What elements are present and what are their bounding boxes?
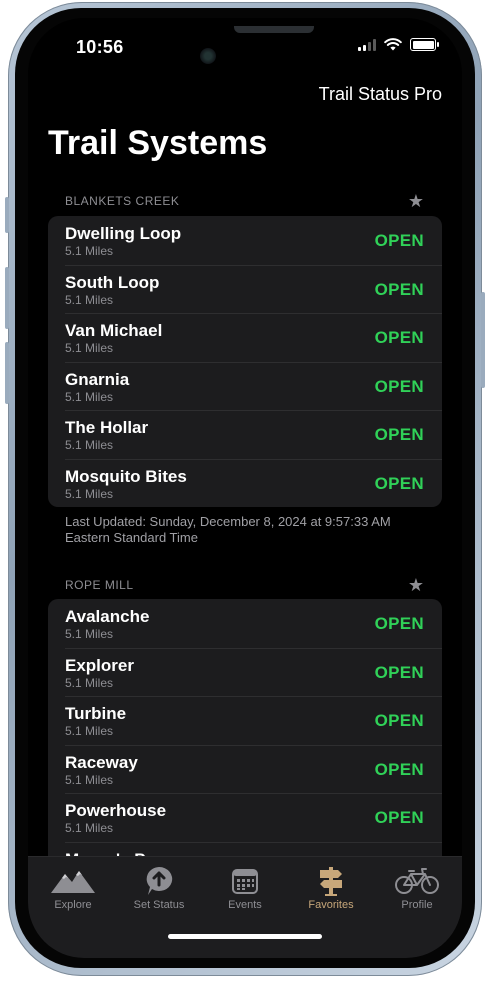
tab-label: Events <box>228 899 262 911</box>
volume-up-button <box>5 267 9 329</box>
trail-row[interactable]: Van Michael 5.1 Miles OPEN <box>48 313 442 362</box>
trail-distance: 5.1 Miles <box>65 821 114 835</box>
trail-status: OPEN <box>374 425 424 444</box>
trail-distance: 5.1 Miles <box>65 724 114 738</box>
trail-status: OPEN <box>374 614 424 633</box>
action-button <box>5 197 9 233</box>
last-updated-text: Last Updated: Sunday, December 8, 2024 a… <box>65 514 391 546</box>
trail-row[interactable]: The Hollar 5.1 Miles OPEN <box>48 410 442 459</box>
calendar-icon <box>232 869 258 894</box>
trail-status: OPEN <box>374 662 424 682</box>
section-header-blankets-creek: BLANKETS CREEK <box>65 194 180 208</box>
trail-name: Mosquito Bites <box>65 466 187 486</box>
trail-distance: 5.1 Miles <box>65 627 114 641</box>
cellular-signal-icon <box>358 38 376 51</box>
trail-name: Turbine <box>65 704 127 723</box>
trail-status: OPEN <box>374 376 424 396</box>
trail-name: The Hollar <box>65 418 149 437</box>
wifi-icon <box>384 38 402 51</box>
section-header-rope-mill: ROPE MILL <box>65 578 134 592</box>
speaker-slot <box>234 26 314 33</box>
home-indicator[interactable] <box>168 934 322 939</box>
trail-row[interactable]: Raceway 5.1 Miles OPEN <box>48 744 442 794</box>
tab-events[interactable]: Events <box>202 857 288 911</box>
trail-name: Raceway <box>65 752 138 772</box>
trail-row[interactable]: Turbine 5.1 Miles OPEN <box>48 696 442 745</box>
favorite-star-icon[interactable]: ★ <box>408 191 424 212</box>
screen: 10:56 Trail Status Pro Trail Systems BLA… <box>28 18 462 958</box>
trail-status: OPEN <box>374 711 424 730</box>
trail-status: OPEN <box>374 759 424 779</box>
trail-row[interactable]: Powerhouse 5.1 Miles OPEN <box>48 793 442 842</box>
app-title: Trail Status Pro <box>318 84 442 104</box>
tab-label: Profile <box>401 899 433 911</box>
status-time: 10:56 <box>76 37 124 57</box>
trail-distance: 5.1 Miles <box>65 244 114 258</box>
side-button <box>481 292 485 388</box>
signpost-icon <box>320 867 342 896</box>
trail-distance: 5.1 Miles <box>65 389 114 404</box>
trail-distance: 5.1 Miles <box>65 486 114 501</box>
tab-label: Favorites <box>308 899 354 911</box>
tab-favorites[interactable]: Favorites <box>288 857 374 911</box>
trail-distance: 5.1 Miles <box>65 292 114 307</box>
trail-status: OPEN <box>374 328 424 347</box>
trail-row[interactable]: Mosquito Bites 5.1 Miles OPEN <box>48 458 442 508</box>
trail-row[interactable]: Dwelling Loop 5.1 Miles OPEN <box>48 216 442 265</box>
trail-status: OPEN <box>374 279 424 299</box>
trail-distance: 5.1 Miles <box>65 675 114 690</box>
trail-name: South Loop <box>65 272 160 292</box>
battery-icon <box>410 38 439 51</box>
speech-arrow-icon <box>146 866 173 895</box>
trail-row[interactable]: Gnarnia 5.1 Miles OPEN <box>48 361 442 411</box>
page-title: Trail Systems <box>48 124 268 162</box>
trail-status: OPEN <box>374 231 424 250</box>
tab-bar: Explore Set Status Events Favorites Prof… <box>28 856 462 958</box>
trail-row[interactable]: Avalanche 5.1 Miles OPEN <box>48 599 442 648</box>
trail-status: OPEN <box>374 473 424 493</box>
trail-distance: 5.1 Miles <box>65 438 114 452</box>
trail-name: Gnarnia <box>65 369 130 389</box>
favorite-star-icon[interactable]: ★ <box>408 575 424 596</box>
front-camera <box>200 48 216 64</box>
trail-distance: 5.1 Miles <box>65 772 114 787</box>
mountains-icon <box>51 871 95 893</box>
tab-set-status[interactable]: Set Status <box>116 857 202 911</box>
trail-name: Dwelling Loop <box>65 224 182 243</box>
tab-explore[interactable]: Explore <box>30 857 116 911</box>
trail-list-blankets-creek: Dwelling Loop 5.1 Miles OPEN South Loop … <box>48 216 442 507</box>
last-updated-line: Last Updated: Sunday, December 8, 2024 a… <box>65 514 391 529</box>
trail-list-rope-mill: Avalanche 5.1 Miles OPEN Explorer 5.1 Mi… <box>48 599 442 879</box>
trail-status: OPEN <box>374 808 424 827</box>
trail-name: Van Michael <box>65 321 163 340</box>
volume-down-button <box>5 342 9 404</box>
status-icons <box>358 38 439 51</box>
trail-distance: 5.1 Miles <box>65 341 114 355</box>
trail-row[interactable]: Explorer 5.1 Miles OPEN <box>48 647 442 697</box>
last-updated-timezone: Eastern Standard Time <box>65 530 198 545</box>
tab-profile[interactable]: Profile <box>374 857 460 911</box>
trail-name: Powerhouse <box>65 801 167 820</box>
trail-row[interactable]: South Loop 5.1 Miles OPEN <box>48 264 442 314</box>
tab-label: Explore <box>54 899 92 911</box>
tab-label: Set Status <box>133 899 185 911</box>
trail-name: Avalanche <box>65 607 150 626</box>
bicycle-icon <box>395 868 439 894</box>
trail-name: Explorer <box>65 655 134 675</box>
